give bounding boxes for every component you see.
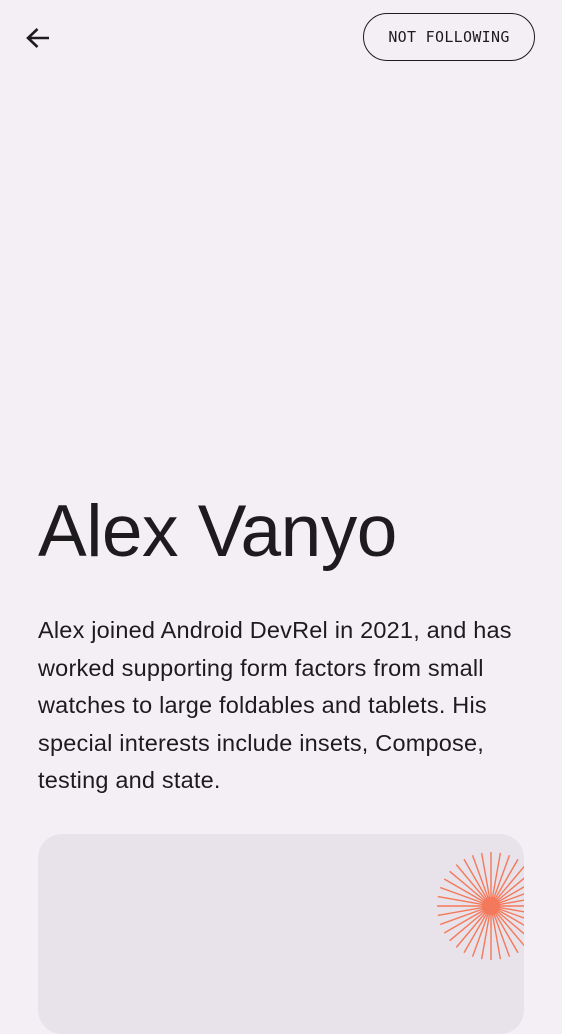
author-bio: Alex joined Android DevRel in 2021, and … [38, 617, 512, 793]
arrow-back-icon [26, 28, 49, 48]
follow-toggle-button[interactable]: NOT FOLLOWING [363, 13, 535, 61]
starburst-icon [437, 852, 524, 960]
author-media-card [38, 834, 524, 1034]
back-button[interactable] [14, 14, 62, 62]
author-name: Alex Vanyo [38, 491, 397, 572]
follow-button-label: NOT FOLLOWING [388, 28, 510, 46]
